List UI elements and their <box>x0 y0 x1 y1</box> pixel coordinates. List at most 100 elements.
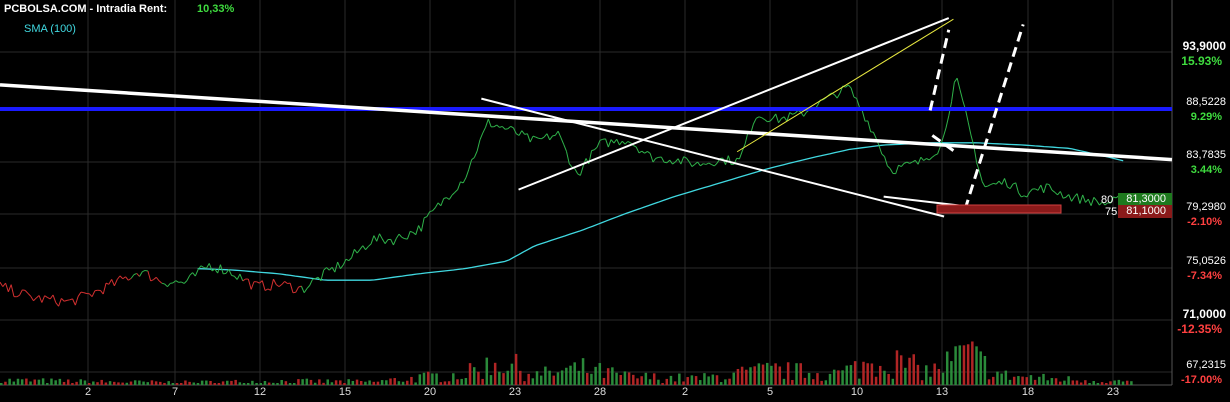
volume-bar <box>606 368 610 385</box>
volume-bar <box>757 363 761 385</box>
price-segment <box>432 207 436 212</box>
price-segment <box>541 136 545 140</box>
price-segment <box>518 130 523 136</box>
volume-bar <box>226 380 229 385</box>
price-segment <box>189 272 193 276</box>
price-segment <box>789 112 793 115</box>
volume-bar <box>184 380 187 385</box>
price-segment <box>703 163 707 165</box>
volume-bar <box>1079 382 1083 385</box>
volume-bar <box>1046 380 1049 385</box>
volume-bar <box>217 383 221 385</box>
price-segment <box>923 158 927 161</box>
price-segment <box>353 249 358 254</box>
price-segment <box>761 117 765 120</box>
price-segment <box>392 238 397 246</box>
price-segment <box>370 235 375 245</box>
volume-bar <box>891 378 895 385</box>
volume-bar <box>368 380 371 385</box>
volume-bar <box>929 376 932 385</box>
volume-bar <box>188 381 191 385</box>
price-segment <box>150 279 154 282</box>
price-segment <box>482 127 486 134</box>
volume-bar <box>971 341 974 385</box>
volume-bar <box>879 365 882 385</box>
price-segment <box>345 258 350 262</box>
price-segment <box>373 235 378 242</box>
price-segment <box>236 273 241 280</box>
price-segment <box>242 278 246 282</box>
volume-bar <box>121 382 124 385</box>
price-segment <box>122 276 126 280</box>
volume-bar <box>297 379 300 385</box>
price-segment <box>139 271 143 277</box>
price-segment <box>200 265 204 268</box>
price-segment <box>507 125 511 130</box>
price-segment <box>7 284 12 293</box>
volume-bar <box>29 381 32 385</box>
volume-bar <box>874 376 878 385</box>
price-segment <box>298 285 302 288</box>
volume-bar <box>355 379 359 385</box>
price-segment <box>619 140 623 146</box>
volume-bar <box>992 376 995 385</box>
x-tick-label: 10 <box>850 386 864 398</box>
price-segment <box>35 295 40 299</box>
volume-bar <box>12 381 16 385</box>
volume-bar <box>125 382 129 385</box>
volume-bar <box>577 370 581 385</box>
price-segment <box>2 282 6 287</box>
volume-bar <box>1088 383 1091 385</box>
volume-bar <box>288 383 292 385</box>
volume-bar <box>234 379 237 385</box>
volume-bar <box>146 382 149 385</box>
price-segment <box>1046 183 1050 186</box>
volume-bar <box>460 378 463 385</box>
volume-bar <box>133 380 137 385</box>
volume-bar <box>828 373 832 385</box>
price-segment <box>289 283 294 293</box>
volume-bar <box>954 346 957 385</box>
price-segment <box>705 162 710 165</box>
volume-bar <box>485 357 489 385</box>
y-tick-percent: -7.34% <box>1187 270 1222 282</box>
y-tick-percent: 15.93% <box>1181 54 1222 68</box>
volume-bar <box>665 378 669 385</box>
price-segment <box>970 135 975 147</box>
price-segment <box>552 134 556 137</box>
price-segment <box>613 138 618 144</box>
price-segment <box>465 169 470 178</box>
price-segment <box>778 118 782 123</box>
price-segment <box>1040 184 1045 194</box>
volume-bar <box>301 379 304 385</box>
price-segment <box>616 139 620 146</box>
price-segment <box>91 290 96 297</box>
price-segment <box>641 150 645 154</box>
volume-bar <box>740 366 744 385</box>
price-segment <box>1035 188 1039 191</box>
volume-bar <box>983 355 987 385</box>
x-tick-label: 5 <box>766 386 774 398</box>
volume-bar <box>1017 376 1020 385</box>
price-segment <box>485 118 489 128</box>
volume-bar <box>293 383 296 385</box>
price-segment <box>755 116 760 119</box>
volume-bar <box>167 381 170 385</box>
ask-price-badge: 81,1000 <box>1118 205 1172 218</box>
volume-bar <box>1100 382 1104 385</box>
price-segment <box>142 270 146 273</box>
volume-bar <box>502 373 505 385</box>
price-segment <box>113 279 118 287</box>
volume-bar <box>853 361 857 385</box>
volume-bar <box>1004 370 1008 385</box>
volume-bar <box>452 373 455 385</box>
price-segment <box>881 153 885 157</box>
price-segment <box>1054 191 1058 196</box>
price-segment <box>850 87 855 98</box>
price-segment <box>58 298 62 307</box>
volume-bar <box>8 378 11 385</box>
price-segment <box>1009 183 1014 189</box>
price-segment <box>264 288 269 291</box>
volume-bar <box>941 372 945 385</box>
price-segment <box>69 298 73 301</box>
